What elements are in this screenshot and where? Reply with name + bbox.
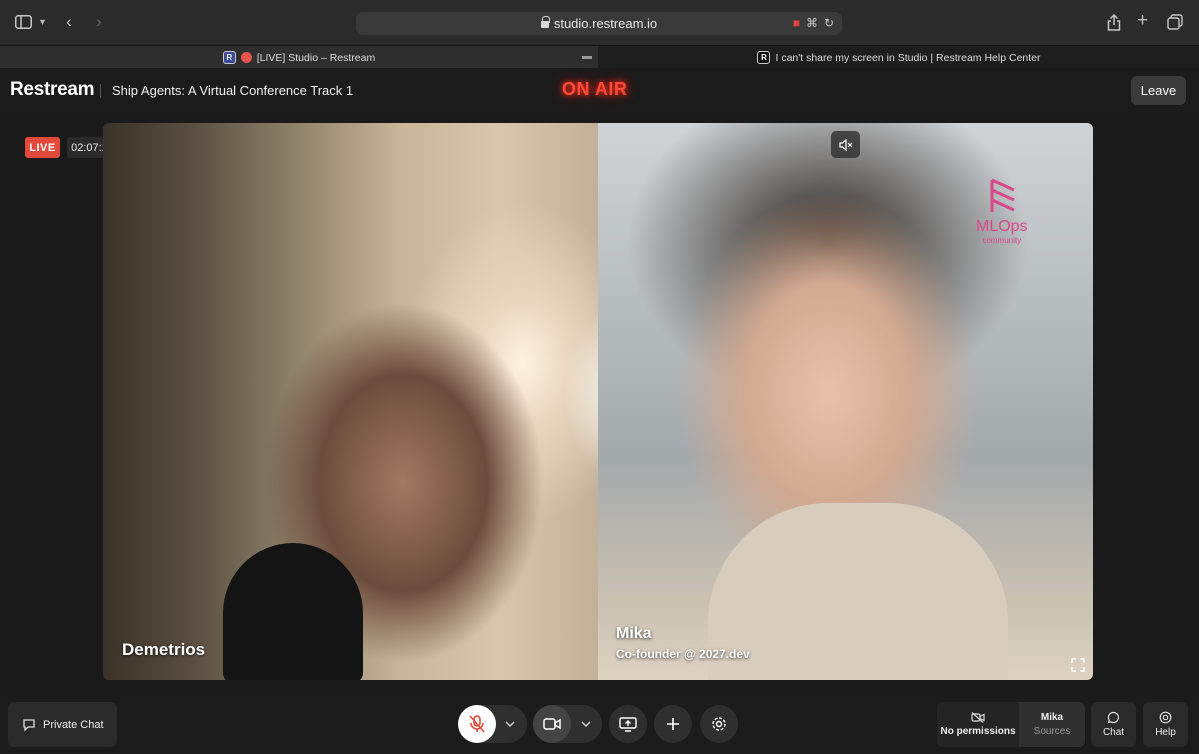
plus-icon (667, 718, 679, 730)
camera-in-use-icon[interactable]: ■ (793, 16, 800, 30)
tab-overview-icon[interactable] (1167, 14, 1183, 34)
url-text: studio.restream.io (553, 16, 658, 31)
mic-options-chevron-icon[interactable] (500, 705, 520, 743)
on-air-indicator: ON AIR (562, 79, 628, 99)
source-name: Mika (1040, 712, 1064, 723)
stream-title[interactable]: Ship Agents: A Virtual Conference Track … (112, 83, 353, 98)
settings-button[interactable] (700, 705, 738, 743)
address-bar[interactable]: studio.restream.io ■ ⌘ ↻ (356, 12, 842, 35)
studio-header: Restream Ship Agents: A Virtual Conferen… (0, 68, 1199, 113)
header-divider (100, 84, 101, 98)
mlops-logo: MLOps community (976, 218, 1028, 245)
restream-favicon-icon: R (222, 51, 236, 64)
tab-label: [LIVE] Studio – Restream (256, 51, 376, 64)
tab-restream-studio[interactable]: R [LIVE] Studio – Restream ▬ (0, 46, 598, 69)
participant-title: Co-founder @ 2027.dev (616, 647, 750, 661)
bottom-toolbar: Private Chat No permissions Mika Sources… (0, 695, 1199, 754)
video-feed-mika[interactable]: MLOps community Mika Co-founder @ 2027.d… (598, 123, 1093, 680)
participant-name: Demetrios (122, 640, 206, 659)
participant-name: Mika (616, 625, 652, 642)
sidebar-toggle-icon[interactable] (15, 15, 32, 33)
sources-button[interactable]: Mika Sources (1019, 702, 1085, 747)
no-permissions-label: No permissions (940, 726, 1016, 737)
chat-icon (1107, 711, 1120, 724)
camera-toggle-button[interactable] (533, 705, 571, 743)
camera-icon (543, 718, 561, 730)
help-label: Help (1155, 727, 1176, 738)
leave-button[interactable]: Leave (1131, 76, 1186, 105)
help-button[interactable]: Help (1143, 702, 1188, 747)
mlops-logo-icon (990, 178, 1015, 212)
reload-icon[interactable]: ↻ (824, 16, 834, 30)
camera-options-chevron-icon[interactable] (576, 705, 596, 743)
tab-camera-icon: ▬ (582, 51, 592, 62)
mlops-logo-text: MLOps (976, 218, 1028, 235)
screen-share-icon (619, 716, 637, 732)
mic-off-icon (469, 715, 485, 733)
new-tab-icon[interactable]: + (1137, 11, 1148, 30)
fullscreen-icon[interactable] (1071, 658, 1085, 672)
forward-icon[interactable]: › (96, 13, 102, 30)
private-chat-label: Private Chat (43, 718, 104, 731)
restream-favicon-icon: R (757, 51, 771, 64)
translate-icon[interactable]: ⌘ (806, 16, 818, 30)
restream-logo: Restream (10, 79, 95, 100)
lock-icon (540, 16, 550, 28)
add-button[interactable] (654, 705, 692, 743)
tab-bar: R [LIVE] Studio – Restream ▬ R I can't s… (0, 45, 1199, 69)
sources-panel: No permissions Mika Sources (937, 702, 1085, 747)
mlops-logo-sub: community (982, 236, 1022, 245)
help-icon (1159, 711, 1172, 724)
live-badge: LIVE (25, 137, 60, 158)
video-feed-demetrios[interactable]: Demetrios (103, 123, 598, 680)
camera-off-icon (971, 712, 985, 723)
chevron-down-icon[interactable]: ▾ (40, 15, 45, 31)
private-chat-button[interactable]: Private Chat (8, 702, 117, 747)
gear-icon (712, 717, 726, 731)
recording-dot-icon (240, 52, 252, 63)
tab-label: I can't share my screen in Studio | Rest… (775, 51, 1041, 64)
sources-label: Sources (1033, 726, 1071, 737)
speaker-muted-icon[interactable] (831, 131, 860, 158)
chat-bubble-icon (23, 718, 35, 732)
browser-toolbar: ▾ ‹ › studio.restream.io ■ ⌘ ↻ + (0, 0, 1199, 45)
chat-button[interactable]: Chat (1091, 702, 1136, 747)
tab-help-center[interactable]: R I can't share my screen in Studio | Re… (599, 46, 1199, 69)
back-icon[interactable]: ‹ (66, 13, 72, 30)
mic-toggle-button[interactable] (458, 705, 496, 743)
no-permissions-indicator[interactable]: No permissions (937, 702, 1019, 747)
chat-label: Chat (1102, 727, 1125, 738)
share-icon[interactable] (1107, 13, 1121, 35)
share-screen-button[interactable] (609, 705, 647, 743)
